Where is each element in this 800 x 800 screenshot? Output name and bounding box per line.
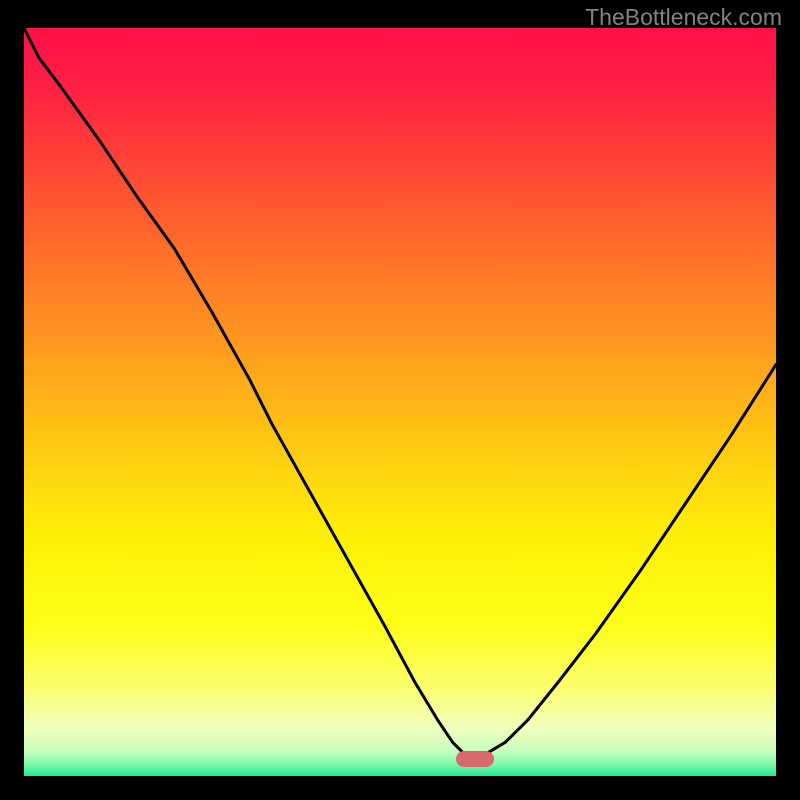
plot-area [24, 28, 776, 776]
watermark-text: TheBottleneck.com [585, 4, 782, 31]
gradient-background [24, 28, 776, 776]
sweet-spot-marker [456, 751, 494, 767]
chart-svg [24, 28, 776, 776]
chart-frame: TheBottleneck.com [0, 0, 800, 800]
